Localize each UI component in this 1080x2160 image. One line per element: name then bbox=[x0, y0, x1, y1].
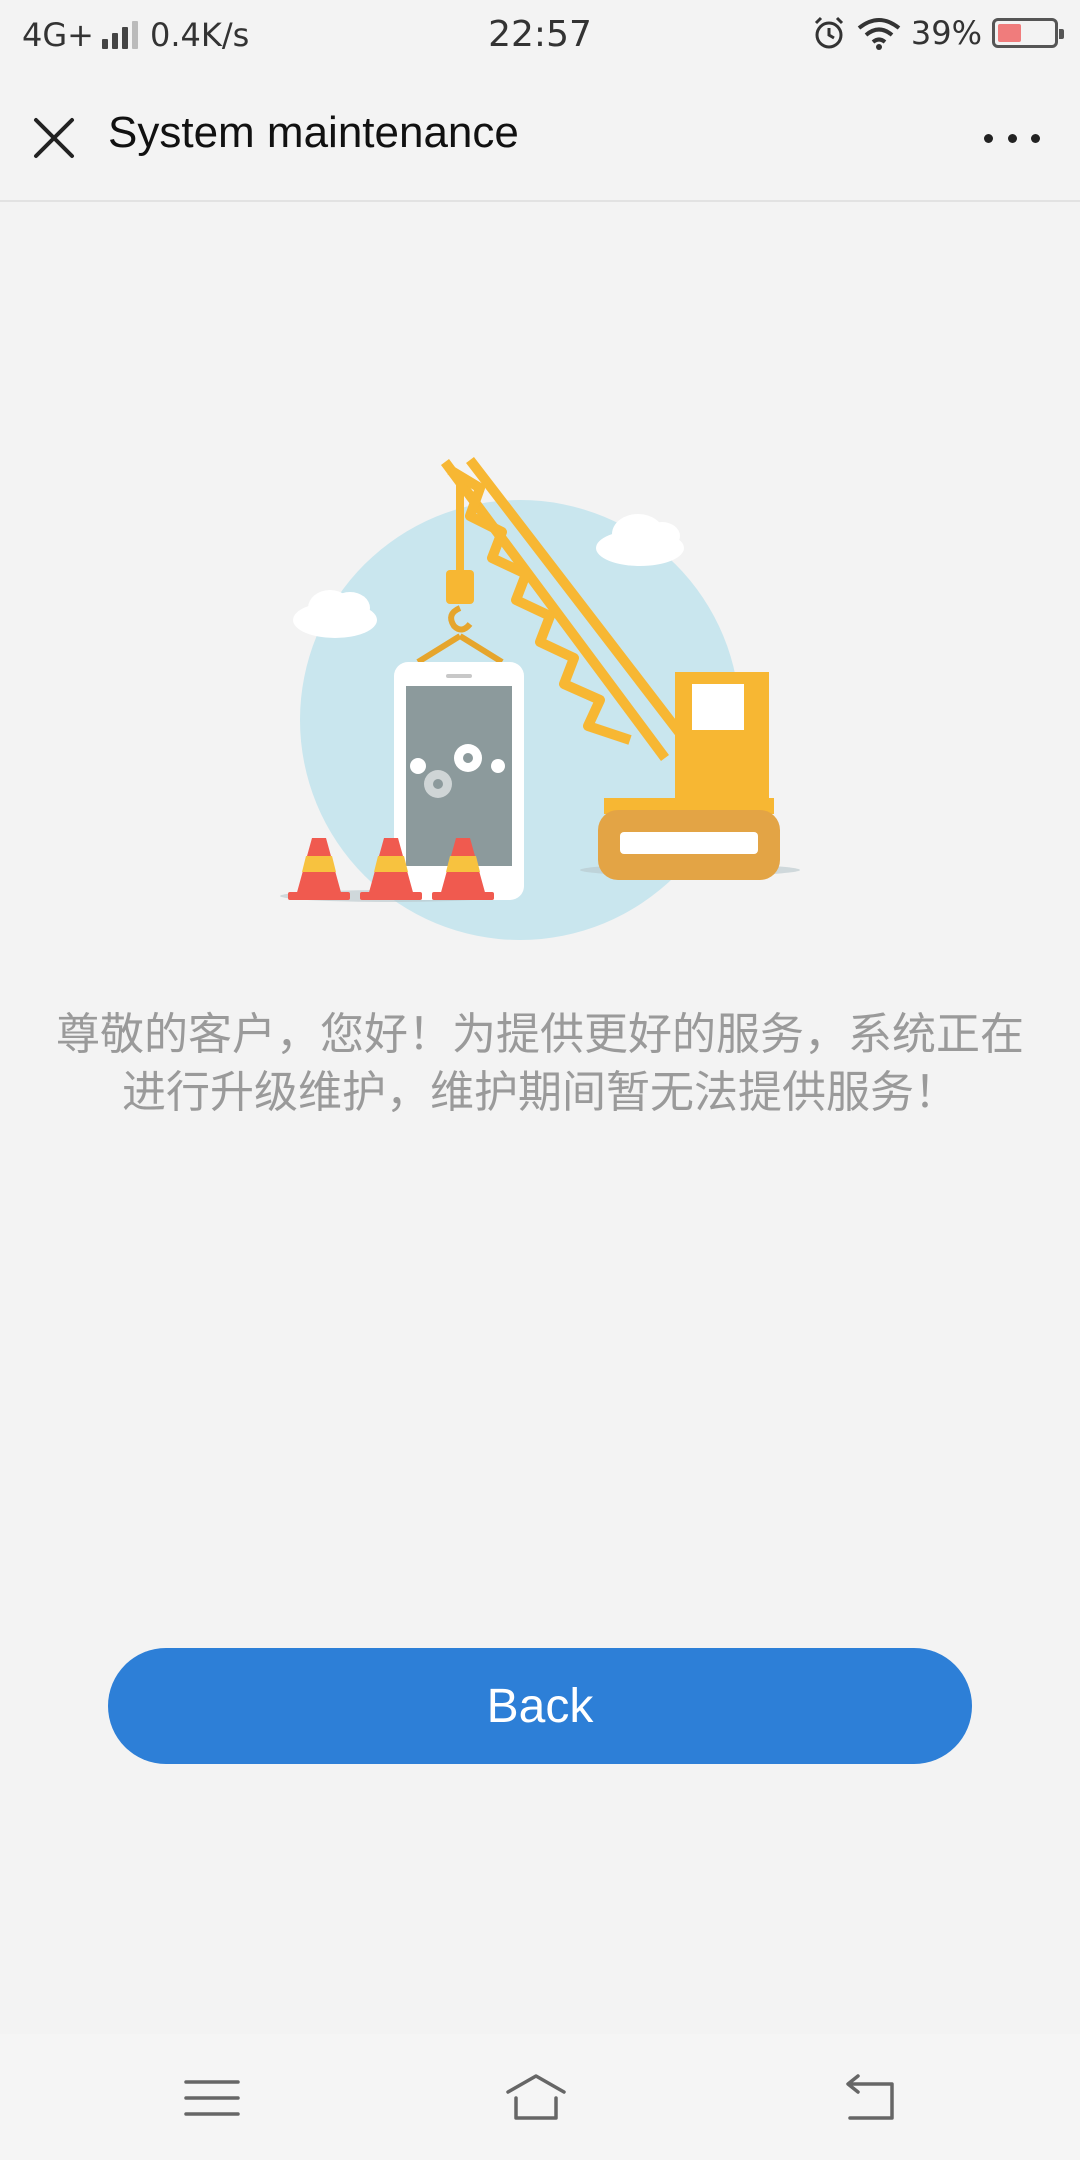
alarm-icon bbox=[814, 16, 843, 49]
back-icon[interactable] bbox=[836, 2070, 900, 2126]
back-button[interactable]: Back bbox=[108, 1648, 972, 1764]
menu-icon[interactable] bbox=[180, 2070, 244, 2126]
wifi-icon bbox=[857, 18, 901, 50]
cloud-icon bbox=[293, 590, 377, 638]
crane-maintenance-illustration bbox=[280, 456, 800, 940]
page-title: System maintenance bbox=[108, 108, 519, 157]
battery-level bbox=[998, 24, 1022, 42]
message-line-2: 进行升级维护，维护期间暂无法提供服务！ bbox=[122, 1067, 958, 1118]
home-icon[interactable] bbox=[504, 2070, 568, 2126]
more-dot bbox=[1031, 133, 1040, 143]
status-right: 39% bbox=[811, 14, 1064, 52]
close-icon[interactable] bbox=[30, 114, 78, 162]
nav-bar: System maintenance bbox=[0, 74, 1080, 202]
status-bar: 4G+ 0.4K/s 22:57 39% bbox=[0, 0, 1080, 74]
system-nav-bar bbox=[0, 2034, 1080, 2160]
back-button-label: Back bbox=[486, 1679, 594, 1733]
screen: 4G+ 0.4K/s 22:57 39% System maintenance … bbox=[0, 0, 1080, 2160]
battery-icon bbox=[992, 18, 1064, 48]
message-line-1: 尊敬的客户，您好！为提供更好的服务，系统正在 bbox=[56, 1009, 1024, 1060]
battery-percent: 39% bbox=[910, 14, 982, 52]
more-icon[interactable] bbox=[984, 130, 1040, 146]
maintenance-message: 尊敬的客户，您好！为提供更好的服务，系统正在 进行升级维护，维护期间暂无法提供服… bbox=[0, 1006, 1080, 1122]
more-dot bbox=[984, 133, 993, 143]
more-dot bbox=[1007, 133, 1017, 143]
